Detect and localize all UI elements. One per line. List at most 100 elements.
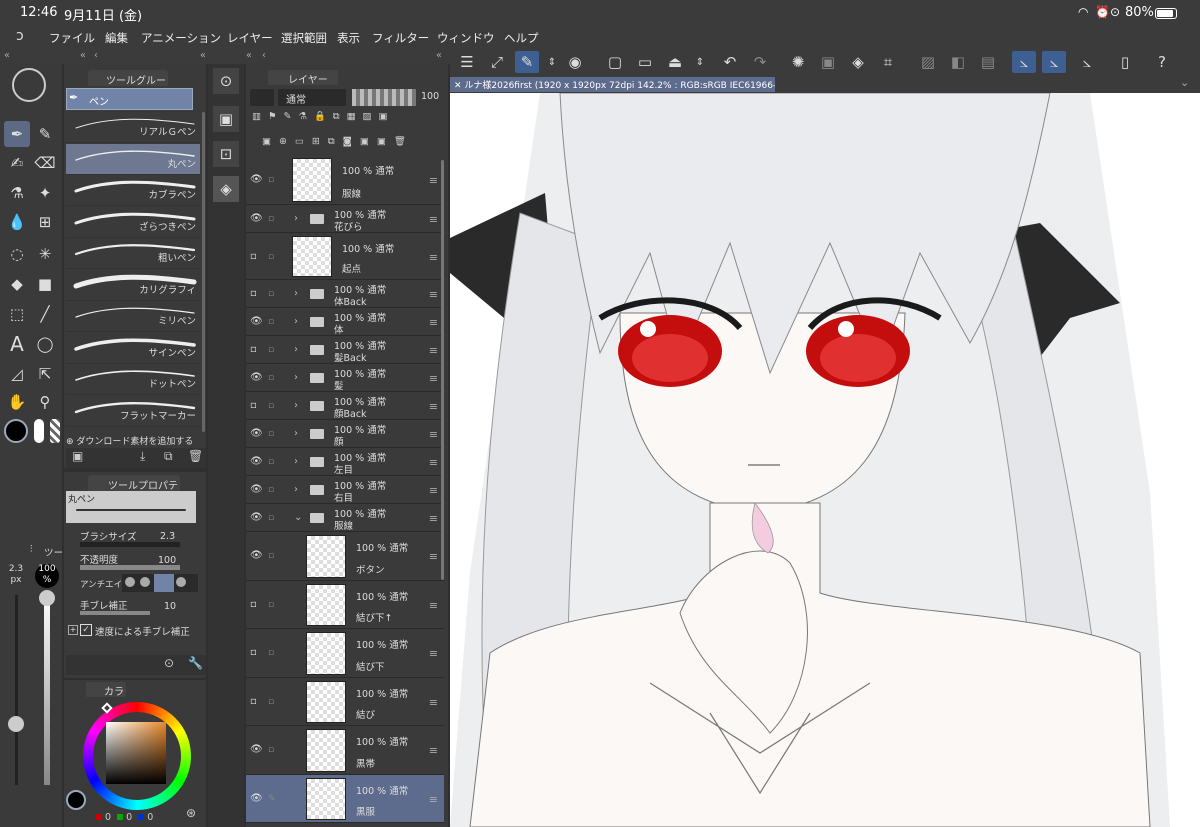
expand-icon[interactable]: + xyxy=(68,625,78,635)
lock-slot[interactable]: ▫ xyxy=(268,289,274,299)
menu-file[interactable]: ファイル xyxy=(49,30,95,46)
gradient-tool-icon[interactable]: ■ xyxy=(32,271,58,297)
brush-item[interactable]: 丸ペン xyxy=(66,143,200,175)
lock-slot[interactable]: ▫ xyxy=(268,745,274,755)
figure-tool-icon[interactable]: ⊞ xyxy=(32,209,58,235)
layer-opacity-slider[interactable] xyxy=(352,89,416,106)
layer-menu-icon[interactable]: ≡ xyxy=(429,344,438,357)
layer-menu-icon[interactable]: ≡ xyxy=(429,251,438,264)
decoration-tool-icon[interactable]: ✦ xyxy=(32,180,58,206)
stepper2-icon[interactable]: ⇕ xyxy=(688,51,712,73)
lock-slot[interactable]: ▫ xyxy=(268,600,274,610)
brush-item[interactable]: カブラペン xyxy=(66,175,200,206)
layer-menu-icon[interactable]: ≡ xyxy=(429,174,438,187)
antialias-selector[interactable] xyxy=(122,574,198,592)
lock-slot[interactable]: ▫ xyxy=(268,373,274,383)
wrench-icon[interactable]: 🔧 xyxy=(188,656,203,670)
layer-menu-icon[interactable]: ≡ xyxy=(429,400,438,413)
lock-slot[interactable]: ▫ xyxy=(268,648,274,658)
brush-scrollbar[interactable] xyxy=(202,112,205,432)
layer-menu-icon[interactable]: ≡ xyxy=(429,428,438,441)
menu-help[interactable]: ヘルプ xyxy=(504,30,539,46)
select-invert-icon[interactable]: ◧ xyxy=(946,51,970,73)
download-icon[interactable]: ⤓ xyxy=(140,449,145,464)
layer-menu-icon[interactable]: ≡ xyxy=(429,647,438,660)
layer-panel-icon[interactable]: ◈ xyxy=(213,176,239,202)
material-icon[interactable]: ⊡ xyxy=(213,141,239,167)
main-color-swatch[interactable] xyxy=(4,419,28,443)
chevron-right-icon[interactable]: › xyxy=(294,400,298,411)
text-tool-icon[interactable]: A xyxy=(4,331,30,357)
brush-size-value[interactable]: 2.3 xyxy=(160,531,175,542)
menu-layer[interactable]: レイヤー xyxy=(227,30,273,46)
sub-view-icon[interactable]: ▣ xyxy=(213,106,239,132)
layer-row[interactable]: ▫ ▫ 100 % 通常 結び下↑ ≡ xyxy=(246,580,444,629)
stepper-icon[interactable]: ⇕ xyxy=(540,51,564,73)
chevron-right-icon[interactable]: › xyxy=(294,344,298,355)
opacity-slider-handle[interactable] xyxy=(39,590,55,606)
trash-icon[interactable]: 🗑 xyxy=(188,449,203,463)
eye-icon[interactable]: 👁 xyxy=(250,744,264,755)
eye-icon[interactable]: 👁 xyxy=(250,793,264,804)
layer-menu-icon[interactable]: ≡ xyxy=(429,599,438,612)
fill-icon[interactable]: ◈ xyxy=(846,51,870,73)
menu-filter[interactable]: フィルター xyxy=(372,30,429,46)
lock-slot[interactable]: ▫ xyxy=(268,252,274,262)
canvas[interactable] xyxy=(450,93,1200,827)
layer-row[interactable]: ▫ ▫ 100 % 通常 結び下 ≡ xyxy=(246,629,444,678)
lasso-tool-icon[interactable]: ◌ xyxy=(4,241,30,267)
layer-menu-icon[interactable]: ≡ xyxy=(429,793,438,806)
blend-mode-select[interactable]: 通常 xyxy=(278,89,346,106)
eye-icon[interactable]: 👁 xyxy=(250,456,264,467)
eye-hidden-icon[interactable]: ▫ xyxy=(250,288,264,299)
layer-row[interactable]: 👁 ▫ ⌄ 100 % 通常 服線 ≡ xyxy=(246,504,444,532)
brush-item[interactable]: ミリペン xyxy=(66,301,200,332)
brush-item[interactable]: ざらつきペン xyxy=(66,207,200,238)
layer-opacity-value[interactable]: 100 xyxy=(421,91,439,102)
tool-group-selected[interactable]: ペン xyxy=(66,88,193,110)
eye-icon[interactable]: 👁 xyxy=(250,550,264,561)
collapse-left-icon[interactable]: « xyxy=(4,50,10,61)
brush-item[interactable]: リアルＧペン xyxy=(66,112,200,143)
perspective-icon[interactable]: ⦣ xyxy=(1042,51,1066,73)
app-logo-icon[interactable]: ɔ xyxy=(16,28,24,44)
menu-edit[interactable]: 編集 xyxy=(105,30,128,46)
eye-hidden-icon[interactable]: ▫ xyxy=(250,599,264,610)
eye-hidden-icon[interactable]: ▫ xyxy=(250,251,264,262)
layer-row[interactable]: 👁 ▫ › 100 % 通常 右目 ≡ xyxy=(246,476,444,504)
transform-icon[interactable]: ▣ xyxy=(816,51,840,73)
lock-slot[interactable]: ▫ xyxy=(268,214,274,224)
lock-slot[interactable]: ▫ xyxy=(268,175,274,185)
menu-icon[interactable]: ☰ xyxy=(455,51,479,73)
navigator-icon[interactable]: ⊙ xyxy=(213,68,239,94)
color-current[interactable] xyxy=(66,790,86,810)
stabilization-value[interactable]: 10 xyxy=(164,601,176,612)
chevron-right-icon[interactable]: › xyxy=(294,213,298,224)
blend-tool-icon[interactable]: 💧 xyxy=(4,209,30,235)
collapse3-icon[interactable]: « xyxy=(246,50,252,61)
layer-row[interactable]: ▫ ▫ 100 % 通常 起点 ≡ xyxy=(246,233,444,280)
chevron-left2-icon[interactable]: ‹ xyxy=(262,50,266,61)
layer-menu-icon[interactable]: ≡ xyxy=(429,512,438,525)
collapse4-icon[interactable]: « xyxy=(436,50,442,61)
opacity-slider-track[interactable] xyxy=(44,595,50,785)
lock-slot[interactable]: ▫ xyxy=(268,429,274,439)
collapse-mid-icon[interactable]: « xyxy=(80,50,86,61)
brush-item[interactable]: サインペン xyxy=(66,333,200,364)
undo-icon[interactable]: ↶ xyxy=(718,51,742,73)
layer-toolbar-row2[interactable]: ▣⊕▭⊞⧉◙▣▣🗑 xyxy=(262,136,444,147)
menu-view[interactable]: 表示 xyxy=(337,30,360,46)
lock-slot[interactable]: ▫ xyxy=(268,551,274,561)
transparent-color-swatch[interactable] xyxy=(50,419,60,443)
canvas-tab[interactable]: ✕ ルナ様2026first (1920 x 1920px 72dpi 142.… xyxy=(450,77,775,92)
balloon-tool-icon[interactable]: ◯ xyxy=(32,331,58,357)
layer-row[interactable]: ▫ ▫ › 100 % 通常 顔Back ≡ xyxy=(246,392,444,420)
eye-icon[interactable]: 👁 xyxy=(250,484,264,495)
tool-group-tab[interactable]: ツールグループ xyxy=(88,70,168,102)
layer-menu-icon[interactable]: ≡ xyxy=(429,744,438,757)
brush-item[interactable]: フラットマーカー xyxy=(66,396,200,427)
lock-slot[interactable]: ✎ xyxy=(268,794,276,804)
eyedropper-tool-icon[interactable]: ⚲ xyxy=(32,389,58,415)
fullscreen-icon[interactable]: ⤢ xyxy=(485,51,509,73)
companion-icon[interactable]: ◉ xyxy=(563,51,587,73)
